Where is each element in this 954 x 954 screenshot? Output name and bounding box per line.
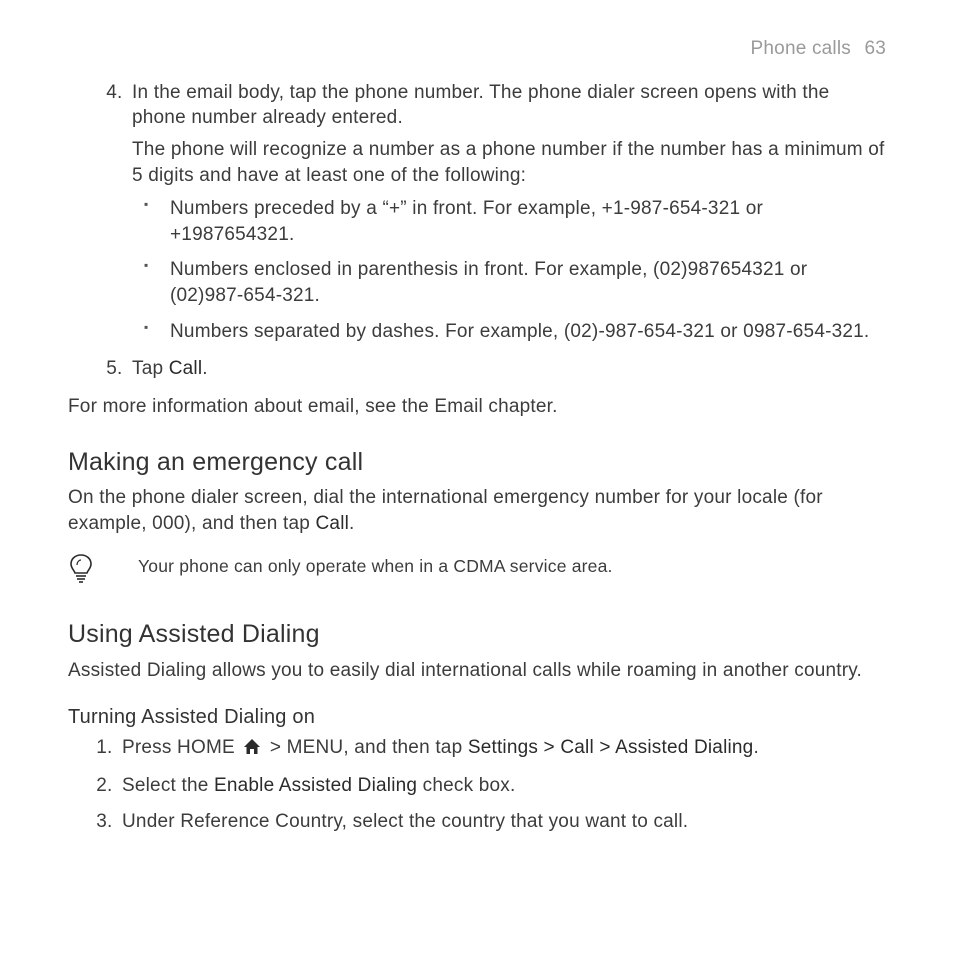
header-page-number: 63 (864, 38, 886, 59)
assisted-s2-a: Select the (122, 775, 214, 796)
header-section: Phone calls (751, 38, 851, 59)
emergency-call-bold: Call (316, 513, 350, 534)
emergency-text-1: On the phone dialer screen, dial the int… (68, 487, 823, 534)
page-header: Phone calls 63 (68, 36, 886, 62)
bullet-2: Numbers enclosed in parenthesis in front… (166, 257, 886, 308)
subheading-turning-on: Turning Assisted Dialing on (68, 704, 886, 731)
step-4-para-2: The phone will recognize a number as a p… (132, 137, 886, 188)
heading-assisted: Using Assisted Dialing (68, 618, 886, 652)
step-5-post: . (202, 358, 207, 379)
tip-icon-col (68, 553, 138, 593)
assisted-s1-bold: Settings > Call > Assisted Dialing (468, 737, 754, 758)
step-4-bullets: Numbers preceded by a “+” in front. For … (132, 196, 886, 344)
lightbulb-icon (68, 553, 94, 593)
numbered-list-continued: In the email body, tap the phone number.… (68, 80, 886, 382)
step-4-para-1: In the email body, tap the phone number.… (132, 80, 886, 131)
email-chapter-note: For more information about email, see th… (68, 394, 886, 420)
heading-emergency: Making an emergency call (68, 446, 886, 480)
step-5: Tap Call. (128, 356, 886, 382)
emergency-text-2: . (349, 513, 354, 534)
tip-text: Your phone can only operate when in a CD… (138, 553, 886, 579)
home-icon (242, 738, 262, 764)
assisted-intro: Assisted Dialing allows you to easily di… (68, 658, 886, 684)
assisted-step-3: Under Reference Country, select the coun… (118, 809, 886, 835)
emergency-paragraph: On the phone dialer screen, dial the int… (68, 485, 886, 536)
assisted-s2-bold: Enable Assisted Dialing (214, 775, 417, 796)
assisted-steps: Press HOME > MENU, and then tap Settings… (68, 735, 886, 835)
document-page: { "header":{"section":"Phone calls","pag… (0, 0, 954, 954)
assisted-s2-c: check box. (417, 775, 515, 796)
step-4: In the email body, tap the phone number.… (128, 80, 886, 345)
tip-row: Your phone can only operate when in a CD… (68, 553, 886, 593)
bullet-1: Numbers preceded by a “+” in front. For … (166, 196, 886, 247)
assisted-s1-b: > MENU, and then tap (270, 737, 468, 758)
bullet-3: Numbers separated by dashes. For example… (166, 319, 886, 345)
assisted-step-2: Select the Enable Assisted Dialing check… (118, 773, 886, 799)
assisted-s1-d: . (753, 737, 758, 758)
assisted-s1-a: Press HOME (122, 737, 240, 758)
step-5-pre: Tap (132, 358, 169, 379)
step-5-bold: Call (169, 358, 203, 379)
assisted-step-1: Press HOME > MENU, and then tap Settings… (118, 735, 886, 764)
